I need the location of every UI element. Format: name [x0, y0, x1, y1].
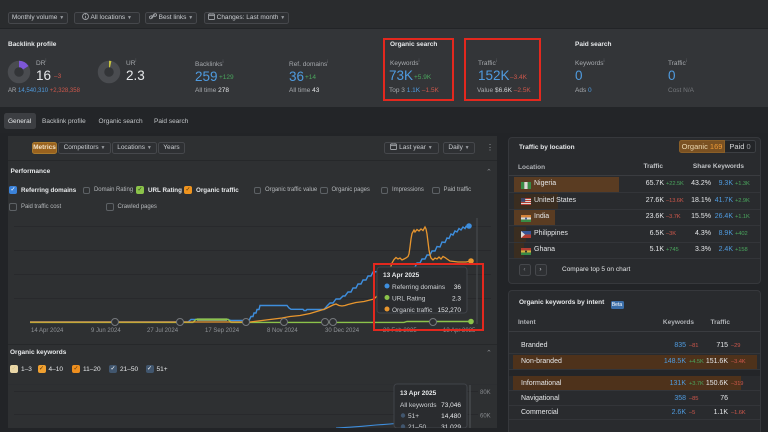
svg-text:8 Nov 2024: 8 Nov 2024 [267, 328, 298, 334]
svg-text:All keywords: All keywords [400, 402, 437, 409]
svg-text:73,046: 73,046 [441, 402, 461, 409]
svg-text:80K: 80K [480, 390, 491, 396]
svg-text:17 Sep 2024: 17 Sep 2024 [205, 328, 240, 334]
svg-text:60K: 60K [480, 414, 491, 420]
svg-text:30 Dec 2024: 30 Dec 2024 [325, 328, 360, 334]
svg-text:31,029: 31,029 [441, 424, 461, 428]
svg-text:13 Apr 2025: 13 Apr 2025 [400, 390, 437, 397]
svg-text:9 Jun 2024: 9 Jun 2024 [91, 328, 121, 334]
svg-text:27 Jul 2024: 27 Jul 2024 [147, 328, 179, 334]
svg-text:14,480: 14,480 [441, 413, 461, 420]
svg-text:21–50: 21–50 [408, 424, 426, 428]
svg-text:14 Apr 2024: 14 Apr 2024 [31, 328, 64, 334]
svg-text:51+: 51+ [408, 413, 419, 420]
